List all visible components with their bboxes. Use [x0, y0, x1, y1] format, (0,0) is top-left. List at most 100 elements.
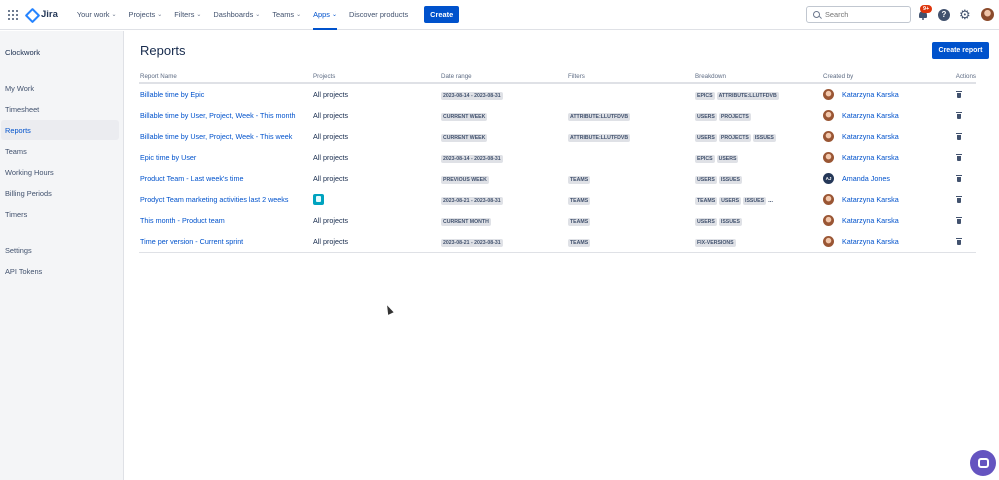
breakdown-lozenge: ISSUES	[752, 133, 776, 142]
profile-avatar[interactable]	[981, 8, 994, 21]
jira-logo-icon	[26, 9, 37, 20]
breakdown-cell: TEAMS USERS ISSUES...	[695, 195, 823, 205]
date-range-cell: 2023-08-21 - 2023-08-31	[441, 195, 568, 205]
reports-table: Report Name Projects Date range Filters …	[139, 71, 976, 253]
table-row: Prodyct Team marketing activities last 2…	[139, 189, 976, 210]
date-range-lozenge: 2023-08-14 - 2023-08-31	[441, 154, 503, 163]
filter-lozenge: ATTRIBUTE:LLUTFDVB	[568, 112, 631, 121]
report-name-link[interactable]: This month - Product team	[140, 216, 225, 225]
trash-icon[interactable]	[955, 133, 962, 140]
breakdown-lozenge: ISSUES	[718, 217, 742, 226]
sidebar-item-timers[interactable]: Timers	[1, 204, 119, 224]
projects-cell	[313, 194, 441, 205]
nav-item-discover-products[interactable]: Discover products	[343, 0, 414, 30]
creator-link[interactable]: Katarzyna Karska	[842, 195, 899, 204]
apps-grid-icon[interactable]	[8, 9, 18, 20]
create-button[interactable]: Create	[424, 6, 460, 23]
date-range-cell: CURRENT WEEK	[441, 111, 568, 121]
chevron-down-icon: ⌄	[196, 12, 202, 18]
date-range-cell: CURRENT MONTH	[441, 216, 568, 226]
breakdown-lozenge: USERS	[695, 175, 717, 184]
table-row: This month - Product team All projects CUR…	[139, 210, 976, 231]
jira-logo[interactable]: Jira	[26, 9, 58, 20]
page-title: Reports	[140, 43, 186, 58]
help-icon[interactable]: ?	[938, 9, 950, 21]
sidebar-item-timesheet[interactable]: Timesheet	[1, 99, 119, 119]
trash-icon[interactable]	[955, 196, 962, 203]
breakdown-lozenge: ISSUES	[718, 175, 742, 184]
chat-icon[interactable]	[970, 450, 996, 476]
projects-cell: All projects	[313, 90, 441, 99]
creator-link[interactable]: Amanda Jones	[842, 174, 890, 183]
creator-link[interactable]: Katarzyna Karska	[842, 237, 899, 246]
nav-item-your-work[interactable]: Your work ⌄	[71, 0, 123, 30]
sidebar-item-working-hours[interactable]: Working Hours	[1, 162, 119, 182]
breakdown-more: ...	[768, 197, 774, 204]
sidebar-item-settings[interactable]: Settings	[1, 240, 119, 260]
nav-item-apps[interactable]: Apps ⌄	[307, 0, 343, 30]
search-box[interactable]	[806, 6, 911, 23]
trash-icon[interactable]	[955, 217, 962, 224]
report-name-link[interactable]: Billable time by User, Project, Week - T…	[140, 132, 292, 141]
trash-icon[interactable]	[955, 175, 962, 182]
report-name-link[interactable]: Prodyct Team marketing activities last 2…	[140, 195, 288, 204]
created-by-cell: Katarzyna Karska	[823, 215, 941, 226]
date-range-lozenge: 2023-08-21 - 2023-08-31	[441, 196, 503, 205]
projects-value: All projects	[313, 90, 349, 99]
breakdown-lozenge: USERS	[695, 133, 717, 142]
projects-cell: All projects	[313, 153, 441, 162]
nav-item-teams[interactable]: Teams ⌄	[266, 0, 307, 30]
date-range-cell: PREVIOUS WEEK	[441, 174, 568, 184]
creator-link[interactable]: Katarzyna Karska	[842, 153, 899, 162]
date-range-cell: CURRENT WEEK	[441, 132, 568, 142]
creator-link[interactable]: Katarzyna Karska	[842, 132, 899, 141]
creator-link[interactable]: Katarzyna Karska	[842, 90, 899, 99]
report-name-link[interactable]: Billable time by User, Project, Week - T…	[140, 111, 296, 120]
chevron-down-icon: ⌄	[331, 12, 338, 18]
report-name-cell: Billable time by User, Project, Week - T…	[139, 111, 313, 120]
gear-icon[interactable]: ⚙	[959, 8, 972, 21]
trash-icon[interactable]	[955, 154, 962, 161]
report-name-link[interactable]: Billable time by Epic	[140, 90, 204, 99]
breakdown-cell: FIX-VERSIONS	[695, 237, 823, 247]
creator-link[interactable]: Katarzyna Karska	[842, 111, 899, 120]
sidebar-item-my-work[interactable]: My Work	[1, 78, 119, 98]
jira-logo-text: Jira	[41, 9, 58, 20]
projects-value: All projects	[313, 174, 349, 183]
report-name-cell: Time per version - Current sprint	[139, 237, 313, 246]
nav-item-dashboards[interactable]: Dashboards ⌄	[207, 0, 266, 30]
filter-lozenge: TEAMS	[568, 196, 591, 205]
trash-icon[interactable]	[955, 238, 962, 245]
filters-cell: TEAMS	[568, 216, 695, 226]
breakdown-cell: USERS ISSUES	[695, 216, 823, 226]
creator-link[interactable]: Katarzyna Karska	[842, 216, 899, 225]
create-report-button[interactable]: Create report	[932, 42, 989, 59]
sidebar-item-teams[interactable]: Teams	[1, 141, 119, 161]
report-name-link[interactable]: Product Team - Last week's time	[140, 174, 244, 183]
nav-item-label: Your work	[76, 10, 110, 19]
breakdown-lozenge: TEAMS	[695, 196, 718, 205]
breakdown-lozenge: ISSUES	[743, 196, 767, 205]
nav-item-projects[interactable]: Projects ⌄	[123, 0, 169, 30]
sidebar-item-billing-periods[interactable]: Billing Periods	[1, 183, 119, 203]
sidebar-item-reports[interactable]: Reports	[1, 120, 119, 140]
nav-item-label: Projects	[128, 10, 156, 19]
report-name-link[interactable]: Epic time by User	[140, 153, 196, 162]
nav-item-filters[interactable]: Filters ⌄	[168, 0, 207, 30]
report-name-cell: Billable time by Epic	[139, 90, 313, 99]
search-input[interactable]	[825, 10, 905, 19]
avatar: AJ	[823, 173, 834, 184]
trash-icon[interactable]	[955, 91, 962, 98]
avatar	[823, 236, 834, 247]
created-by-cell: AJ Amanda Jones	[823, 173, 941, 184]
chevron-down-icon: ⌄	[111, 12, 117, 18]
column-header-filters: Filters	[568, 73, 585, 80]
trash-icon[interactable]	[955, 112, 962, 119]
project-avatar-icon[interactable]	[313, 194, 324, 205]
report-name-link[interactable]: Time per version - Current sprint	[140, 237, 243, 246]
filters-cell: TEAMS	[568, 237, 695, 247]
filters-cell: TEAMS	[568, 174, 695, 184]
table-row: Product Team - Last week's time All proje…	[139, 168, 976, 189]
report-name-cell: Billable time by User, Project, Week - T…	[139, 132, 313, 141]
sidebar-item-api-tokens[interactable]: API Tokens	[1, 261, 119, 281]
